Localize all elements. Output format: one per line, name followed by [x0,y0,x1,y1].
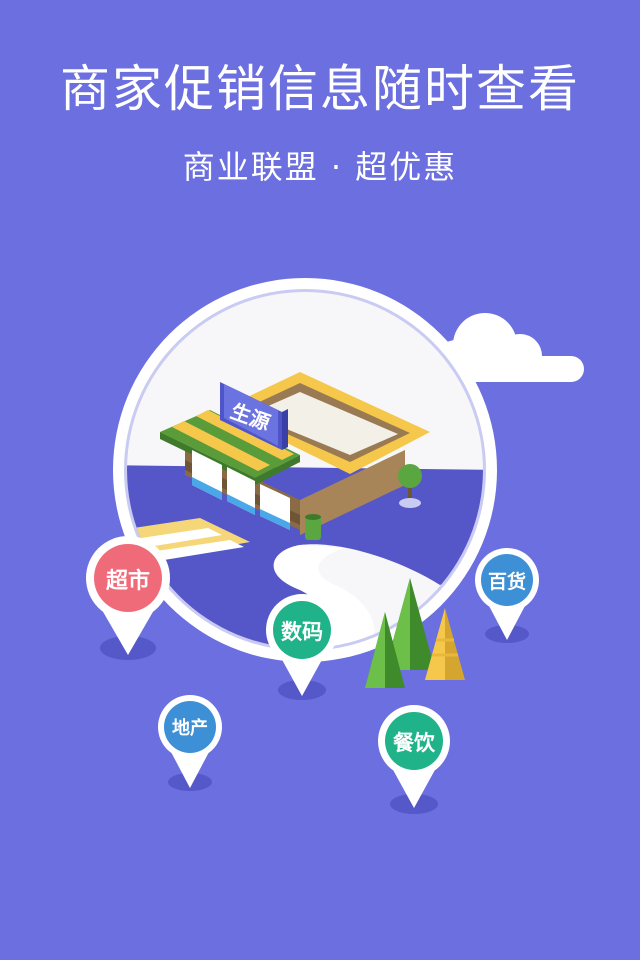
pin-digital[interactable] [266,594,338,700]
pin-department-label: 百货 [488,570,526,593]
splash-screen: 商家促销信息随时查看 商业联盟 · 超优惠 生源 超市 数码 百货 地产 餐饮 [0,0,640,960]
pin-realestate[interactable] [158,695,222,791]
pin-digital-label: 数码 [281,620,323,644]
pin-department[interactable] [475,548,539,643]
pin-supermarket-label: 超市 [106,568,150,594]
pin-supermarket[interactable] [86,536,170,660]
trash-bin [305,514,321,540]
pin-dining[interactable] [378,705,450,814]
pin-dining-label: 餐饮 [393,731,436,755]
illustration: 生源 超市 数码 百货 地产 餐饮 [86,278,584,814]
pin-realestate-label: 地产 [172,717,208,739]
